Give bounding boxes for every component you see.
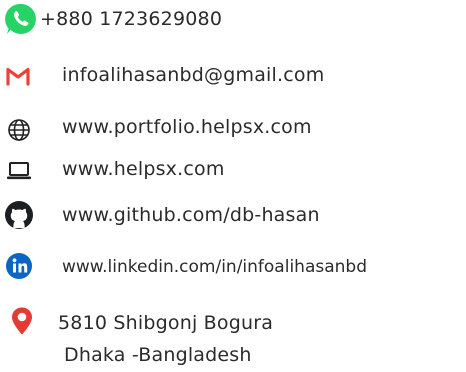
- contact-linkedin[interactable]: www.linkedin.com/in/infoalihasanbd: [0, 248, 466, 282]
- contact-github[interactable]: www.github.com/db-hasan: [0, 198, 466, 232]
- laptop-icon: [7, 162, 31, 180]
- contact-website[interactable]: www.helpsx.com: [0, 154, 466, 186]
- globe-icon: [8, 119, 30, 141]
- portfolio-url: www.portfolio.helpsx.com: [62, 116, 312, 138]
- website-url: www.helpsx.com: [62, 158, 225, 180]
- contact-phone[interactable]: +880 1723629080: [0, 0, 466, 36]
- location-pin-icon: [12, 307, 32, 335]
- address-line-2: Dhaka -Bangladesh: [64, 344, 252, 366]
- github-url: www.github.com/db-hasan: [62, 204, 320, 226]
- whatsapp-icon: [5, 3, 36, 34]
- linkedin-url: www.linkedin.com/in/infoalihasanbd: [62, 257, 367, 277]
- phone-number: +880 1723629080: [40, 8, 223, 30]
- contact-email[interactable]: infoalihasanbd@gmail.com: [0, 60, 466, 92]
- linkedin-icon: [6, 253, 32, 279]
- gmail-icon: [6, 67, 30, 86]
- github-icon: [5, 201, 33, 229]
- contact-portfolio[interactable]: www.portfolio.helpsx.com: [0, 112, 466, 144]
- address-line-1: 5810 Shibgonj Bogura: [58, 312, 274, 334]
- email-address: infoalihasanbd@gmail.com: [62, 64, 325, 86]
- contact-address[interactable]: 5810 Shibgonj Bogura Dhaka -Bangladesh: [0, 304, 466, 372]
